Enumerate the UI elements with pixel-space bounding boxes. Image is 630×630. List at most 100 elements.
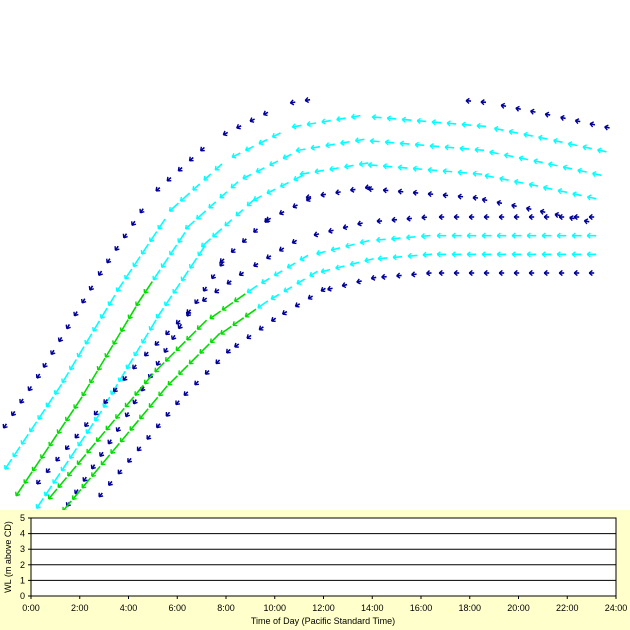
x-tick-label: 4:00 [120, 603, 138, 613]
current-vector-arrow [31, 458, 42, 472]
current-vector-arrow [47, 488, 58, 500]
current-vector-arrow [354, 137, 365, 144]
current-vector-arrow [307, 294, 314, 300]
current-vector-arrow [124, 396, 135, 408]
current-vector-arrow [493, 125, 504, 133]
current-vector-arrow [295, 147, 306, 154]
current-vector-arrow [282, 153, 292, 160]
current-vector-arrow [481, 251, 492, 258]
current-vector-arrow [340, 139, 350, 146]
y-tick-label: 3 [20, 544, 25, 554]
current-vector-arrow [349, 260, 360, 267]
current-vector-arrow [143, 281, 153, 294]
current-vector-arrow [67, 465, 77, 477]
current-vector-arrow [557, 188, 568, 195]
current-vector-arrow [278, 246, 285, 252]
current-vector-arrow [266, 188, 276, 195]
current-vector-arrow [422, 251, 433, 258]
current-vector-arrow [221, 301, 234, 311]
y-axis-title: WL (m above CD) [3, 521, 13, 593]
current-vector-arrow [558, 269, 565, 277]
current-vector-arrow [291, 123, 302, 130]
current-vector-arrow [82, 476, 88, 482]
current-vector-arrow [136, 446, 142, 452]
current-vector-arrow [152, 269, 161, 281]
current-vector-arrow [320, 286, 326, 293]
current-vector-arrow [90, 464, 96, 470]
current-vector-arrow [131, 220, 137, 227]
current-vector-arrow [483, 269, 490, 277]
current-vector-arrow [107, 439, 113, 445]
current-vector-arrow [528, 181, 539, 188]
current-vector-arrow [253, 195, 263, 202]
current-vector-arrow [369, 137, 380, 145]
current-vector-arrow [175, 400, 181, 406]
current-vector-arrow [74, 433, 80, 439]
current-vector-arrow [143, 351, 149, 357]
current-vector-arrow [345, 242, 355, 249]
current-vector-arrow [164, 295, 173, 307]
current-vector-arrow [88, 285, 95, 291]
current-vector-arrow [132, 364, 138, 370]
current-vector-arrow [320, 191, 327, 198]
current-vector-arrow [459, 145, 470, 152]
current-vector-arrow [125, 358, 134, 370]
current-vector-arrow [273, 270, 283, 277]
current-vector-arrow [350, 113, 361, 120]
current-vector-arrow [100, 454, 111, 466]
current-vector-arrow [184, 220, 196, 230]
current-vector-arrow [244, 308, 257, 318]
current-vector-arrow [412, 189, 419, 196]
current-vector-arrow [508, 128, 519, 135]
current-vector-arrow [526, 232, 537, 239]
current-vector-arrow [53, 383, 63, 395]
current-vector-arrow [210, 274, 217, 280]
current-vector-arrow [386, 115, 397, 122]
current-vector-arrow [451, 232, 462, 239]
x-tick-label: 8:00 [217, 603, 235, 613]
current-vector-arrow [114, 245, 120, 251]
current-vector-arrow [367, 161, 378, 169]
current-vector-arrow [209, 310, 222, 320]
current-vector-arrow [321, 118, 331, 125]
current-vector-arrow [541, 232, 552, 239]
current-vector-arrow [43, 485, 53, 497]
current-vector-arrow [194, 380, 200, 386]
x-tick-label: 14:00 [361, 603, 384, 613]
current-vector-arrow [113, 387, 118, 393]
current-vector-arrow [511, 251, 522, 258]
current-vector-arrow [513, 178, 524, 185]
current-vector-arrow [498, 269, 505, 277]
current-vector-arrow [431, 119, 442, 126]
current-vector-arrow [99, 451, 105, 457]
current-vector-arrow [543, 269, 550, 277]
current-vector-arrow [376, 217, 383, 225]
current-vector-arrow [436, 251, 447, 258]
current-vector-arrow [164, 351, 176, 362]
current-vector-arrow [421, 214, 427, 221]
current-vector-arrow [474, 146, 485, 153]
current-vector-arrow [530, 108, 536, 115]
current-vector-arrow [122, 233, 128, 239]
current-vector-arrow [80, 298, 87, 304]
current-vector-arrow [235, 209, 244, 217]
current-vector-arrow [204, 369, 210, 375]
current-vector-arrow [382, 187, 389, 194]
current-vector-arrow [245, 145, 255, 152]
current-vector-arrow [84, 422, 90, 428]
current-vector-arrow [15, 483, 25, 497]
current-vector-arrow [335, 189, 341, 196]
current-vector-arrow [203, 173, 212, 181]
current-vector-arrow [246, 199, 255, 207]
current-vector-arrow [236, 123, 242, 130]
current-vector-arrow [108, 480, 113, 486]
current-vector-arrow [35, 497, 44, 509]
current-vector-arrow [489, 149, 499, 156]
current-vector-arrow [177, 166, 183, 172]
current-vector-arrow [238, 271, 245, 277]
current-vector-arrow [496, 199, 503, 206]
y-tick-label: 5 [20, 513, 25, 523]
current-vector-arrow [265, 216, 272, 223]
current-vector-arrow [127, 457, 133, 463]
current-vector-arrow [249, 117, 255, 123]
